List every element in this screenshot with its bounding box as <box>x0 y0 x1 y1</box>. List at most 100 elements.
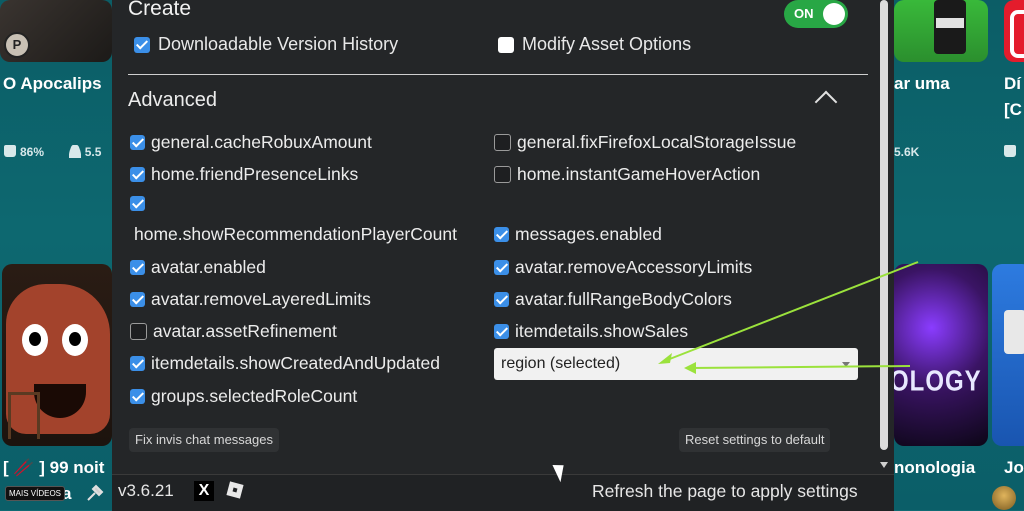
setting-label: avatar.assetRefinement <box>153 321 337 341</box>
more-videos-button[interactable]: MAIS VÍDEOS <box>5 486 66 501</box>
setting-label: avatar.removeLayeredLimits <box>151 289 371 309</box>
players-icon <box>68 145 81 158</box>
toggle-label: ON <box>794 6 814 21</box>
game-thumbnail[interactable] <box>1004 0 1024 62</box>
user-avatar[interactable] <box>992 486 1016 510</box>
reset-settings-button[interactable]: Reset settings to default <box>679 428 831 452</box>
dropdown-arrow-icon <box>842 362 850 367</box>
section-title-advanced: Advanced <box>128 89 217 111</box>
setting-item[interactable]: itemdetails.showSales <box>494 321 688 342</box>
setting-item[interactable]: avatar.removeAccessoryLimits <box>494 257 752 278</box>
panel-scrollbar[interactable] <box>878 0 890 474</box>
character-eye <box>22 324 48 356</box>
character-mouth <box>34 384 86 418</box>
checkbox-checked-icon[interactable] <box>130 196 145 211</box>
checkbox-checked-icon[interactable] <box>130 389 145 404</box>
setting-item[interactable]: general.fixFirefoxLocalStorageIssue <box>494 132 796 153</box>
settings-panel: Create ON Downloadable Version History M… <box>112 0 894 511</box>
creator-badge-icon: P <box>4 32 30 58</box>
setting-item[interactable]: home.friendPresenceLinks <box>130 164 358 185</box>
setting-label: home.friendPresenceLinks <box>151 164 359 184</box>
option-label: Downloadable Version History <box>158 34 399 54</box>
thumbnail-text: OLOGY <box>894 365 982 398</box>
checkbox-checked-icon[interactable] <box>130 292 145 307</box>
roblox-icon[interactable] <box>226 481 244 499</box>
setting-item[interactable]: avatar.enabled <box>130 257 266 278</box>
checkbox-checked-icon[interactable] <box>494 324 509 339</box>
game-thumbnail[interactable] <box>2 264 112 446</box>
thumbs-up-icon <box>1004 145 1016 157</box>
checkbox-checked-icon[interactable] <box>494 292 509 307</box>
enable-toggle[interactable]: ON <box>784 0 848 28</box>
x-social-icon[interactable]: X <box>194 481 214 501</box>
setting-label: avatar.removeAccessoryLimits <box>515 257 753 277</box>
checkbox-unchecked-icon[interactable] <box>130 323 147 340</box>
option-downloadable-version-history[interactable]: Downloadable Version History <box>134 34 398 55</box>
setting-label: home.instantGameHoverAction <box>517 164 761 184</box>
scrollbar-thumb[interactable] <box>880 0 888 450</box>
setting-item[interactable]: avatar.assetRefinement <box>130 321 337 342</box>
section-title-create: Create <box>128 0 192 20</box>
panel-footer: v3.6.21 X Refresh the page to apply sett… <box>112 474 894 511</box>
checkbox-checked-icon[interactable] <box>130 135 145 150</box>
player-count: 5.6K <box>894 145 920 159</box>
toggle-knob <box>823 3 845 25</box>
chair-icon <box>8 392 40 439</box>
game-thumbnail[interactable]: OLOGY <box>894 264 988 446</box>
checkbox-checked-icon[interactable] <box>130 260 145 275</box>
tool-icon <box>87 484 104 501</box>
setting-item[interactable]: general.cacheRobuxAmount <box>130 132 372 153</box>
game-title[interactable]: O Apocalips <box>3 74 102 94</box>
character-eye <box>62 324 88 356</box>
setting-item[interactable]: avatar.fullRangeBodyColors <box>494 289 732 310</box>
checkbox-checked-icon[interactable] <box>130 356 145 371</box>
game-stats: 86% 5.5 <box>4 145 101 159</box>
game-thumbnail[interactable] <box>894 0 988 62</box>
version-label: v3.6.21 <box>118 481 174 500</box>
game-title[interactable]: Jo <box>1004 458 1024 478</box>
setting-item[interactable]: messages.enabled <box>494 224 662 245</box>
setting-label: messages.enabled <box>515 224 662 244</box>
setting-label: general.fixFirefoxLocalStorageIssue <box>517 132 797 152</box>
game-stats <box>1004 145 1020 159</box>
scroll-down-arrow-icon[interactable] <box>880 462 888 468</box>
region-select[interactable]: region (selected) <box>494 348 858 380</box>
setting-label-wrapped[interactable]: home.showRecommendationPlayerCount <box>134 224 457 245</box>
checkbox-checked-icon[interactable] <box>494 227 509 242</box>
setting-item[interactable] <box>130 196 151 211</box>
checkbox-checked-icon[interactable] <box>494 260 509 275</box>
setting-label: avatar.fullRangeBodyColors <box>515 289 732 309</box>
setting-label: avatar.enabled <box>151 257 266 277</box>
section-divider <box>128 74 868 75</box>
player-count: 5.5 <box>84 145 102 159</box>
refresh-note: Refresh the page to apply settings <box>592 481 858 501</box>
option-label: Modify Asset Options <box>522 34 692 54</box>
checkbox-unchecked-icon[interactable] <box>498 36 514 53</box>
setting-item[interactable]: itemdetails.showCreatedAndUpdated <box>130 353 440 374</box>
checkbox-unchecked-icon[interactable] <box>494 166 511 183</box>
setting-label: itemdetails.showSales <box>515 321 689 341</box>
game-title[interactable]: Dí <box>1004 74 1021 94</box>
game-title[interactable]: [ 🥢 ] 99 noit <box>3 458 104 478</box>
avatar-figure-icon <box>934 0 966 54</box>
checkbox-unchecked-icon[interactable] <box>494 134 511 151</box>
setting-label: general.cacheRobuxAmount <box>151 132 372 152</box>
option-modify-asset-options[interactable]: Modify Asset Options <box>498 34 691 55</box>
game-title[interactable]: nonologia <box>894 458 975 478</box>
like-ratio: 86% <box>20 145 45 159</box>
thumbs-up-icon <box>4 145 16 157</box>
game-thumbnail[interactable]: P <box>0 0 112 62</box>
setting-label: itemdetails.showCreatedAndUpdated <box>151 353 440 373</box>
setting-item[interactable]: home.instantGameHoverAction <box>494 164 760 185</box>
select-value: region (selected) <box>501 355 621 372</box>
chevron-up-icon[interactable] <box>814 90 838 114</box>
fix-invis-chat-button[interactable]: Fix invis chat messages <box>129 428 279 452</box>
checkbox-checked-icon[interactable] <box>134 36 150 53</box>
setting-label: groups.selectedRoleCount <box>151 386 358 406</box>
setting-item[interactable]: groups.selectedRoleCount <box>130 386 357 407</box>
setting-item[interactable]: avatar.removeLayeredLimits <box>130 289 371 310</box>
game-title[interactable]: ar uma <box>894 74 950 94</box>
game-thumbnail[interactable] <box>992 264 1024 446</box>
checkbox-checked-icon[interactable] <box>130 167 145 182</box>
game-title[interactable]: [C <box>1004 100 1022 120</box>
